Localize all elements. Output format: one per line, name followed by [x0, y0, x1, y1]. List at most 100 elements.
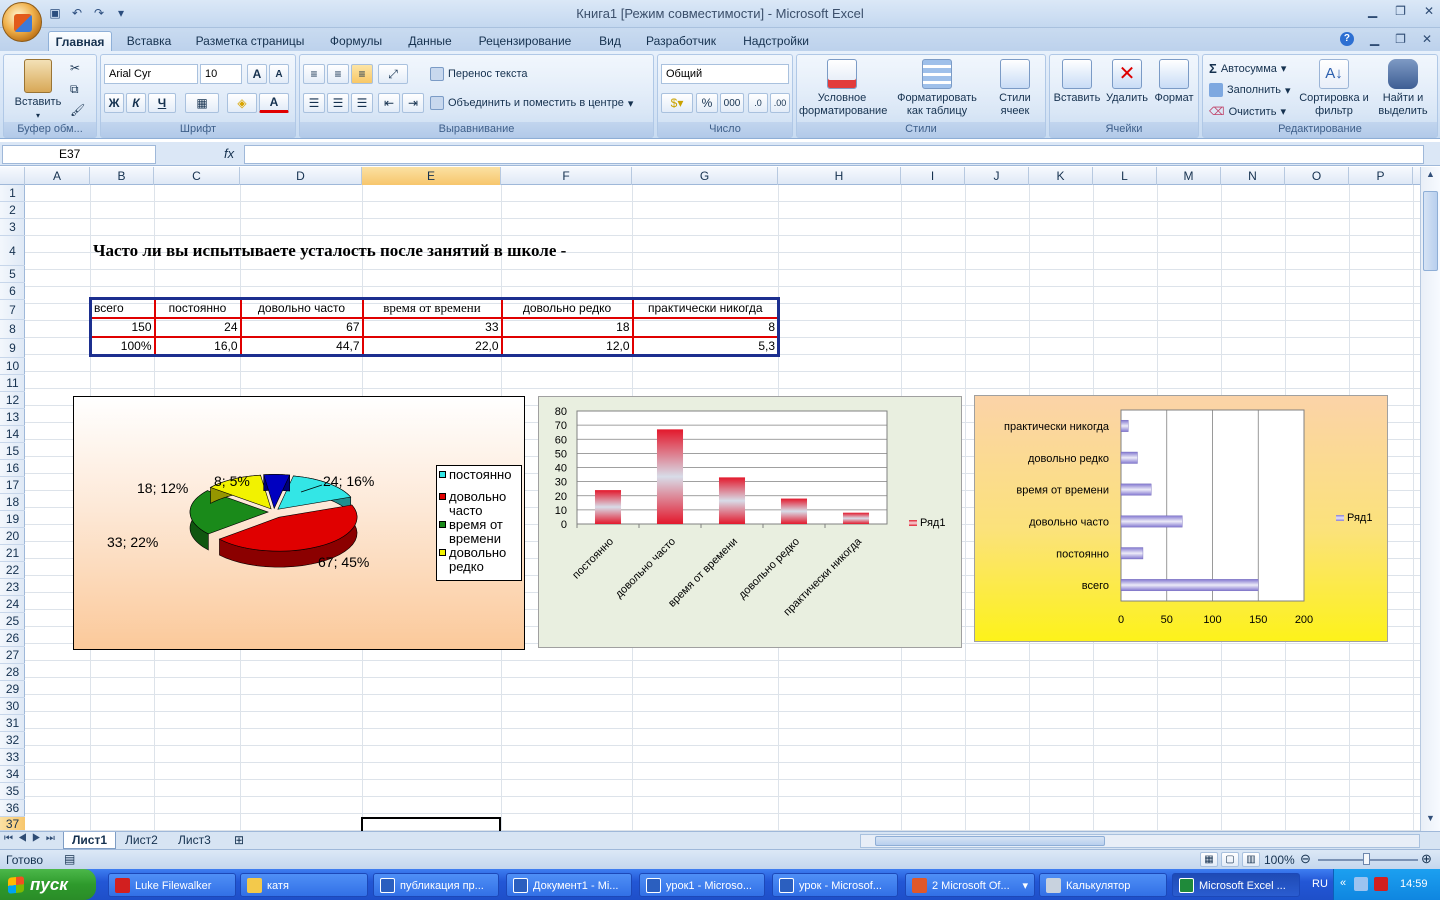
name-box[interactable]: E37 — [2, 145, 156, 164]
row-header[interactable]: 35 — [0, 783, 25, 800]
taskbar-item[interactable]: катя — [240, 873, 368, 897]
column-header[interactable]: O — [1285, 167, 1349, 185]
thousands-button[interactable]: 000 — [720, 93, 744, 113]
table-cell[interactable]: 12,0 — [500, 335, 634, 357]
increase-indent-icon[interactable]: ⇥ — [402, 93, 424, 113]
row-header[interactable]: 26 — [0, 630, 25, 647]
horizontal-scrollbar[interactable] — [860, 834, 1420, 848]
table-header-cell[interactable]: довольно часто — [239, 297, 364, 319]
paste-button[interactable]: Вставить ▾ — [10, 59, 66, 122]
page-break-view-icon[interactable]: ▥ — [1242, 852, 1260, 867]
macro-record-icon[interactable]: ▤ — [64, 852, 75, 866]
column-header[interactable]: M — [1157, 167, 1221, 185]
tab-view[interactable]: Вид — [588, 31, 632, 52]
row-header[interactable]: 17 — [0, 477, 25, 494]
row-header[interactable]: 12 — [0, 392, 25, 409]
row-header[interactable]: 28 — [0, 664, 25, 681]
taskbar-item[interactable]: Luke Filewalker — [108, 873, 236, 897]
close-icon[interactable]: ✕ — [1424, 4, 1434, 18]
wrap-text-button[interactable]: Перенос текста — [430, 67, 528, 81]
doc-minimize-icon[interactable]: ▁ — [1370, 32, 1379, 46]
doc-close-icon[interactable]: ✕ — [1422, 32, 1432, 46]
fill-color-icon[interactable]: ◈ — [227, 93, 257, 113]
conditional-format-button[interactable]: Условное форматирование — [799, 59, 887, 118]
merge-center-button[interactable]: Объединить и поместить в центре ▾ — [430, 96, 633, 110]
tab-page-layout[interactable]: Разметка страницы — [190, 31, 310, 52]
align-bottom-icon[interactable]: ≡ — [351, 64, 373, 84]
column-header-selected[interactable]: E — [362, 167, 501, 185]
row-header[interactable]: 2 — [0, 202, 25, 219]
table-cell[interactable]: 16,0 — [153, 335, 242, 357]
underline-button[interactable]: Ч — [148, 93, 176, 113]
table-cell[interactable]: 44,7 — [239, 335, 364, 357]
align-left-icon[interactable]: ☰ — [303, 93, 325, 113]
sheet-tab-2[interactable]: Лист2 — [117, 832, 166, 849]
insert-sheet-icon[interactable]: ⊞ — [226, 832, 252, 849]
row-header[interactable]: 24 — [0, 596, 25, 613]
row-header[interactable]: 19 — [0, 511, 25, 528]
horizontal-bar-chart[interactable]: 0 50 100 150 200 всего постоянно довольно часто… — [974, 395, 1388, 642]
minimize-icon[interactable]: ▁ — [1368, 4, 1377, 18]
shrink-font-icon[interactable]: A — [269, 64, 289, 84]
row-header-selected[interactable]: 37 — [0, 817, 25, 831]
cell-styles-button[interactable]: Стили ячеек — [989, 59, 1041, 118]
column-header[interactable]: P — [1349, 167, 1413, 185]
currency-icon[interactable]: $▾ — [661, 93, 693, 113]
column-chart[interactable]: 0 10 20 30 40 50 60 70 80 постоянно довольно часто… — [538, 396, 962, 648]
table-cell[interactable]: 33 — [361, 316, 503, 338]
table-header-cell[interactable]: довольно редко — [500, 297, 634, 319]
row-header[interactable]: 4 — [0, 236, 25, 266]
select-all-corner[interactable] — [0, 167, 25, 185]
column-header[interactable]: D — [240, 167, 362, 185]
zoom-level[interactable]: 100% — [1264, 853, 1295, 867]
taskbar-item[interactable]: Калькулятор — [1039, 873, 1167, 897]
copy-icon[interactable]: ⧉ — [70, 82, 79, 97]
tab-developer[interactable]: Разработчик — [638, 31, 724, 52]
tab-formulas[interactable]: Формулы — [320, 31, 392, 52]
zoom-out-icon[interactable]: ⊖ — [1300, 851, 1311, 867]
vertical-scroll-thumb[interactable] — [1423, 191, 1438, 271]
column-header[interactable]: L — [1093, 167, 1157, 185]
font-color-icon[interactable]: A — [259, 93, 289, 113]
scroll-down-icon[interactable]: ▼ — [1423, 813, 1438, 828]
table-cell[interactable]: 24 — [153, 316, 242, 338]
row-header[interactable]: 10 — [0, 358, 25, 375]
row-header[interactable]: 20 — [0, 528, 25, 545]
scroll-up-icon[interactable]: ▲ — [1423, 169, 1438, 184]
row-header[interactable]: 9 — [0, 339, 25, 358]
restore-icon[interactable]: ❐ — [1395, 4, 1406, 18]
bold-button[interactable]: Ж — [104, 93, 124, 113]
row-header[interactable]: 8 — [0, 320, 25, 339]
row-header[interactable]: 22 — [0, 562, 25, 579]
table-cell[interactable]: 8 — [631, 316, 780, 338]
language-indicator[interactable]: RU — [1312, 878, 1328, 890]
row-header[interactable]: 23 — [0, 579, 25, 596]
table-cell[interactable]: 150 — [89, 316, 156, 338]
zoom-slider-thumb[interactable] — [1363, 853, 1370, 865]
row-header[interactable]: 36 — [0, 800, 25, 817]
row-header[interactable]: 25 — [0, 613, 25, 630]
increase-decimal-icon[interactable]: .0 — [748, 93, 768, 113]
tab-review[interactable]: Рецензирование — [470, 31, 580, 52]
zoom-in-icon[interactable]: ⊕ — [1421, 851, 1432, 867]
tab-data[interactable]: Данные — [398, 31, 462, 52]
taskbar-item-active[interactable]: Microsoft Excel ... — [1172, 873, 1300, 897]
row-header[interactable]: 5 — [0, 266, 25, 283]
column-header[interactable]: F — [501, 167, 632, 185]
formula-input[interactable] — [244, 145, 1424, 164]
table-cell[interactable]: 5,3 — [631, 335, 780, 357]
network-icon[interactable] — [1354, 877, 1368, 891]
page-layout-view-icon[interactable]: ▢ — [1221, 852, 1239, 867]
row-header[interactable]: 34 — [0, 766, 25, 783]
office-button[interactable] — [2, 2, 42, 42]
decrease-decimal-icon[interactable]: .00 — [770, 93, 790, 113]
number-format-select[interactable]: Общий — [661, 64, 789, 84]
column-header[interactable]: B — [90, 167, 154, 185]
row-header[interactable]: 14 — [0, 426, 25, 443]
sheet-tab-1[interactable]: Лист1 — [63, 832, 117, 849]
column-header[interactable]: J — [965, 167, 1029, 185]
help-icon[interactable]: ? — [1339, 32, 1354, 46]
table-cell[interactable]: 18 — [500, 316, 634, 338]
taskbar-item[interactable]: публикация пр... — [373, 873, 499, 897]
table-cell[interactable]: 67 — [239, 316, 364, 338]
